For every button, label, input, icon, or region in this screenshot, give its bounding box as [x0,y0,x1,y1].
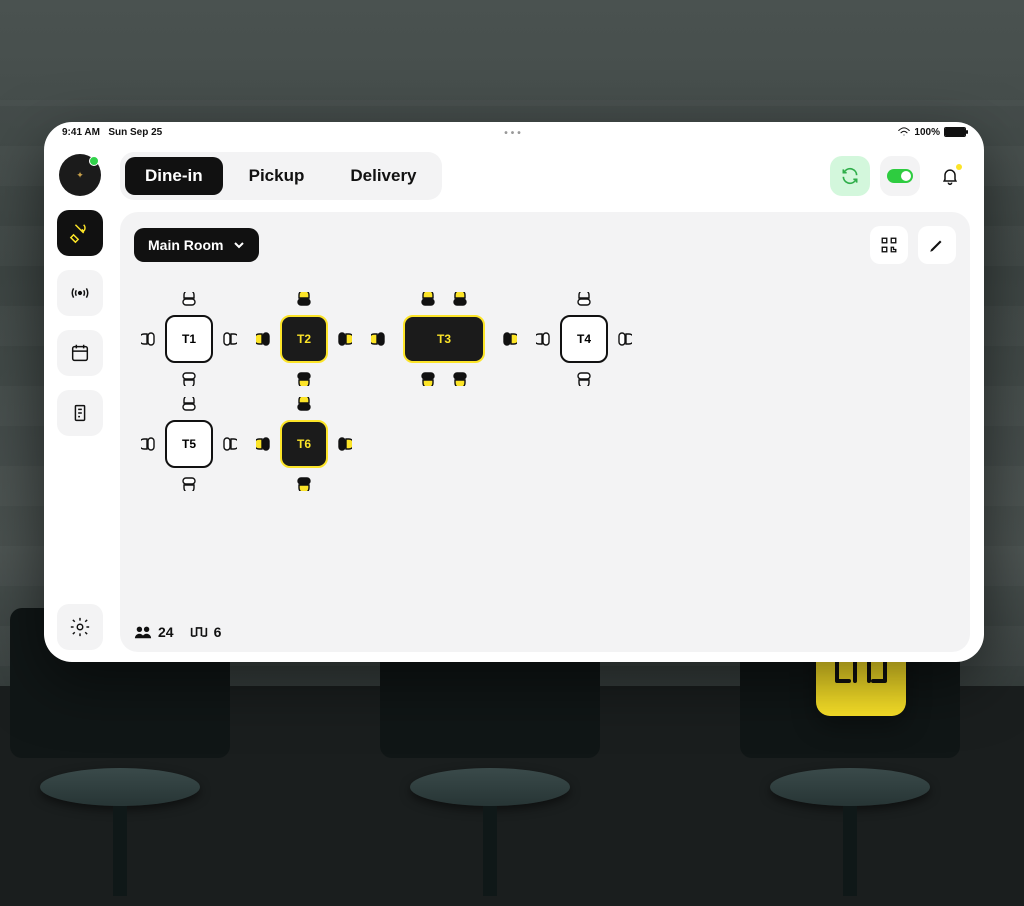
chair-icon [575,370,593,386]
nav-live[interactable] [57,270,103,316]
table-slot-t6: T6 [249,389,359,499]
chair-icon [575,292,593,308]
chair-icon [451,370,469,386]
chair-icon [256,435,272,453]
pencil-icon [928,236,946,254]
chair-icon [419,292,437,308]
notification-dot-icon [956,164,962,170]
refresh-icon [840,166,860,186]
nav-calendar[interactable] [57,330,103,376]
floor-canvas[interactable]: T1 T2 T3 T4 T5 T6 [134,264,956,586]
tablet-frame: 9:41 AM Sun Sep 25 ••• 100% ✦ [44,122,984,662]
utensils-icon [69,222,91,244]
chair-icon [295,475,313,491]
sidebar: ✦ [44,142,116,662]
qr-button[interactable] [870,226,908,264]
chair-icon [295,397,313,413]
wifi-icon [898,127,910,137]
nav-dine-in[interactable] [57,210,103,256]
chair-icon [336,330,352,348]
notifications-button[interactable] [930,156,970,196]
drag-handle-icon: ••• [504,128,524,139]
main-panel: Dine-in Pickup Delivery [116,142,984,662]
table-t5[interactable]: T5 [165,420,213,468]
nav-settings[interactable] [57,604,103,650]
receipt-icon [69,402,91,424]
order-type-tabs: Dine-in Pickup Delivery [120,152,442,200]
chair-icon [221,435,237,453]
floor-toolbar: Main Room [134,226,956,264]
chair-icon [180,292,198,308]
chair-icon [221,330,237,348]
chair-icon [616,330,632,348]
qr-icon [880,236,898,254]
table-slot-t4: T4 [529,284,639,394]
table-slot-t1: T1 [134,284,244,394]
chair-icon [180,370,198,386]
chair-icon [501,330,517,348]
chair-icon [141,330,157,348]
chair-icon [336,435,352,453]
chair-icon [180,475,198,491]
tab-dine-in[interactable]: Dine-in [125,157,223,195]
table-t4[interactable]: T4 [560,315,608,363]
people-icon [134,625,152,639]
calendar-icon [69,342,91,364]
chair-icon [256,330,272,348]
chair-icon [419,370,437,386]
status-bar: 9:41 AM Sun Sep 25 ••• 100% [44,122,984,142]
floor-footer: 24 6 [134,624,221,640]
chair-icon [180,397,198,413]
chair-icon [141,435,157,453]
signal-icon [69,282,91,304]
background-counter [0,686,1024,906]
chair-icon [295,370,313,386]
restaurant-avatar[interactable]: ✦ [59,154,101,196]
chair-icon [295,292,313,308]
table-count-value: 6 [214,624,222,640]
status-date: Sun Sep 25 [108,127,162,138]
status-left: 9:41 AM Sun Sep 25 [62,127,162,138]
floor-plan: Main Room T1 T2 T3 T4 T5 T6 [120,212,970,652]
table-slot-t2: T2 [249,284,359,394]
gear-icon [69,616,91,638]
table-slot-t3: T3 [364,284,524,394]
toggle-on-icon [887,169,913,183]
status-battery-pct: 100% [914,127,940,138]
table-t1[interactable]: T1 [165,315,213,363]
table-t6[interactable]: T6 [280,420,328,468]
room-selector-label: Main Room [148,237,223,253]
tab-pickup[interactable]: Pickup [229,157,325,195]
room-selector[interactable]: Main Room [134,228,259,262]
chevron-down-icon [233,239,245,251]
table-t2[interactable]: T2 [280,315,328,363]
edit-layout-button[interactable] [918,226,956,264]
battery-icon [944,127,966,137]
refresh-button[interactable] [830,156,870,196]
table-slot-t5: T5 [134,389,244,499]
table-count: 6 [190,624,222,640]
guest-count: 24 [134,624,174,640]
availability-toggle[interactable] [880,156,920,196]
tab-delivery[interactable]: Delivery [330,157,436,195]
status-time: 9:41 AM [62,127,100,138]
nav-receipts[interactable] [57,390,103,436]
guest-count-value: 24 [158,624,174,640]
tables-icon [190,625,208,639]
chair-icon [371,330,387,348]
chair-icon [536,330,552,348]
table-t3[interactable]: T3 [403,315,485,363]
chair-icon [451,292,469,308]
top-bar: Dine-in Pickup Delivery [120,152,970,200]
